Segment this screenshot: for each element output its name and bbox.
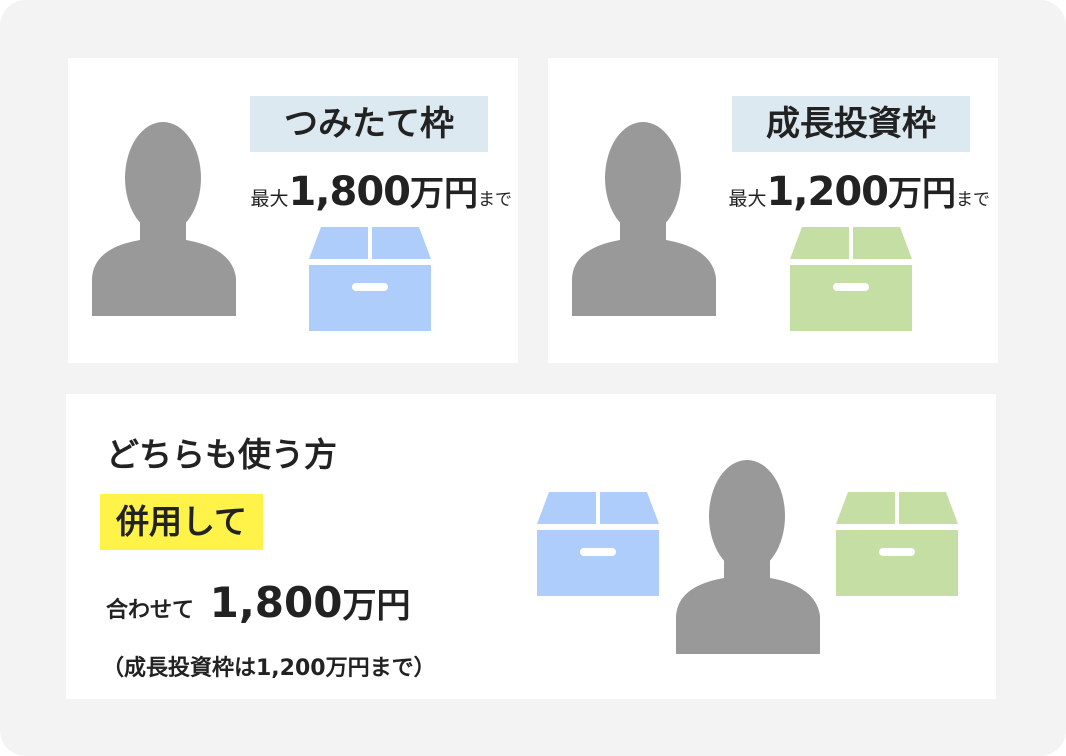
- limit-suffix: まで: [956, 190, 990, 210]
- person-silhouette-icon: [674, 458, 820, 654]
- combined-heading: どちらも使う方: [106, 435, 337, 474]
- limit-prefix: 最大: [728, 188, 767, 210]
- tsumitate-tag: つみたて枠: [250, 96, 488, 152]
- person-silhouette-icon: [570, 120, 716, 316]
- limit-value: 1,200: [766, 169, 889, 215]
- green-box-icon: [790, 227, 912, 331]
- person-silhouette-icon: [90, 120, 236, 316]
- limit-prefix: 最大: [250, 188, 289, 210]
- combined-card: どちらも使う方 併用して 合わせて 1,800万円 （成長投資枠は1,200万円…: [66, 394, 996, 699]
- growth-limit: 最大1,200万円まで: [728, 166, 990, 215]
- tsumitate-card: つみたて枠 最大1,800万円まで: [68, 58, 518, 363]
- growth-card: 成長投資枠 最大1,200万円まで: [548, 58, 998, 363]
- blue-box-icon: [309, 227, 431, 331]
- combined-total: 合わせて 1,800万円: [106, 578, 410, 627]
- limit-suffix: まで: [478, 190, 512, 210]
- combined-highlight: 併用して: [100, 494, 264, 550]
- tsumitate-limit: 最大1,800万円まで: [250, 166, 512, 215]
- blue-box-icon: [537, 492, 659, 596]
- limit-unit: 万円: [888, 174, 956, 214]
- total-prefix: 合わせて: [106, 598, 195, 623]
- total-value: 1,800: [209, 578, 343, 627]
- diagram-frame: つみたて枠 最大1,800万円まで 成長投資枠 最大1,200万円まで どちらも…: [0, 0, 1066, 756]
- limit-value: 1,800: [288, 169, 411, 215]
- limit-unit: 万円: [410, 174, 478, 214]
- total-unit: 万円: [342, 586, 411, 626]
- growth-tag: 成長投資枠: [732, 96, 970, 152]
- green-box-icon: [836, 492, 958, 596]
- combined-note: （成長投資枠は1,200万円まで）: [102, 656, 436, 681]
